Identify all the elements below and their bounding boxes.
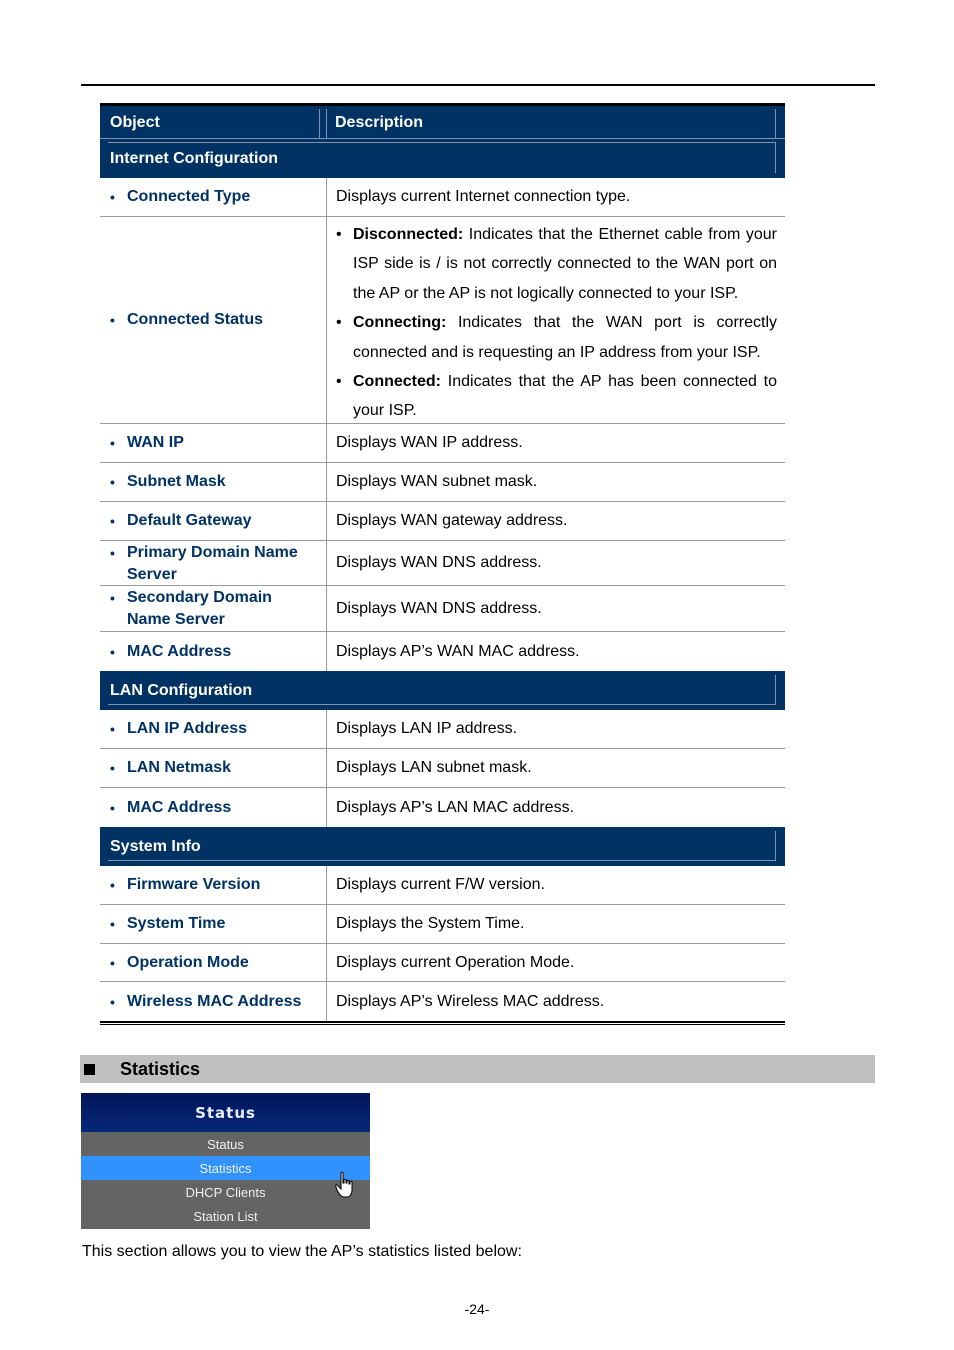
section-heading-title: Statistics [120, 1058, 201, 1079]
table-row: • System Time Displays the System Time. [100, 905, 785, 944]
section-heading-statistics: Statistics [80, 1055, 875, 1083]
object-description: Displays current Internet connection typ… [336, 188, 631, 205]
hand-cursor-icon [335, 1171, 353, 1198]
object-name: Primary Domain Name Server [127, 544, 298, 583]
table-row: • Connected Type Displays current Interne… [100, 178, 785, 217]
intro-paragraph: This section allows you to view the AP’s… [82, 1243, 522, 1260]
table-row: • Primary Domain Name Server Displays WAN … [100, 541, 785, 586]
object-description: Displays AP’s WAN MAC address. [336, 642, 580, 660]
table-row: • WAN IP Displays WAN IP address. [100, 424, 785, 463]
object-description: Displays AP’s LAN MAC address. [336, 798, 575, 816]
section-system-info: System Info [100, 827, 785, 866]
object-description: Displays LAN IP address. [336, 720, 518, 737]
object-description: Displays WAN DNS address. [336, 554, 542, 571]
header-object: Object [110, 113, 160, 131]
object-description: Displays WAN subnet mask. [336, 473, 538, 490]
object-name: Firmware Version [127, 876, 261, 893]
object-description: Displays WAN gateway address. [336, 512, 568, 529]
menu-item-dhcp-clients[interactable]: DHCP Clients [81, 1180, 370, 1204]
table-row: • MAC Address Displays AP’s WAN MAC addre… [100, 632, 785, 671]
table-row: • Connected Status • Disconnected: Indicat… [100, 217, 785, 424]
table-row: • MAC Address Displays AP’s LAN MAC addre… [100, 788, 785, 827]
menu-item-statistics[interactable]: Statistics [81, 1156, 370, 1180]
object-name: Secondary Domain Name Server [127, 589, 272, 628]
object-name: Connected Status [127, 311, 264, 328]
table-row: • Default Gateway Displays WAN gateway ad… [100, 502, 785, 541]
table-header: Object Description [100, 106, 785, 139]
object-name: Wireless MAC Address [127, 992, 302, 1010]
object-name: MAC Address [127, 642, 232, 660]
object-name: Operation Mode [127, 953, 249, 971]
table-row: • Operation Mode Displays current Operati… [100, 944, 785, 982]
object-description: Displays the System Time. [336, 915, 525, 932]
object-name: Subnet Mask [127, 473, 226, 490]
section-internet-configuration: Internet Configuration [100, 139, 785, 178]
table-row: • Secondary Domain Name Server Displays WA… [100, 586, 785, 632]
object-description: Displays AP’s Wireless MAC address. [336, 992, 605, 1010]
object-name: Connected Type [127, 188, 251, 205]
object-description: Displays WAN IP address. [336, 434, 523, 451]
table-row: • LAN IP Address Displays LAN IP address. [100, 710, 785, 749]
object-name: System Time [127, 915, 226, 932]
table-row: • LAN Netmask Displays LAN subnet mask. [100, 749, 785, 788]
menu-item-status[interactable]: Status [81, 1132, 370, 1156]
page-top-rule [81, 84, 875, 86]
header-description: Description [335, 113, 424, 131]
table-row: • Subnet Mask Displays WAN subnet mask. [100, 463, 785, 502]
object-description: Displays current Operation Mode. [336, 953, 575, 971]
object-description: Displays LAN subnet mask. [336, 759, 532, 776]
menu-item-station-list[interactable]: Station List [81, 1204, 370, 1228]
object-description: Displays WAN DNS address. [336, 599, 542, 617]
object-description: Displays current F/W version. [336, 876, 545, 893]
section-lan-configuration: LAN Configuration [100, 671, 785, 710]
menu-header: Status [81, 1093, 370, 1132]
square-bullet-icon [84, 1063, 95, 1075]
object-name: MAC Address [127, 798, 232, 816]
table-row: • Wireless MAC Address Displays AP’s Wire… [100, 982, 785, 1021]
page-number: -24- [464, 1301, 490, 1317]
object-name: WAN IP [127, 434, 184, 451]
object-name: Default Gateway [127, 512, 252, 529]
object-description: • Disconnected: Indicates that the Ethern… [336, 226, 777, 420]
table-row: • Firmware Version Displays current F/W v… [100, 866, 785, 905]
status-menu: Status Status Statistics DHCP Clients St… [81, 1093, 370, 1229]
object-name: LAN Netmask [127, 759, 232, 776]
table-bottom-rule [100, 1021, 785, 1025]
object-name: LAN IP Address [127, 720, 248, 737]
